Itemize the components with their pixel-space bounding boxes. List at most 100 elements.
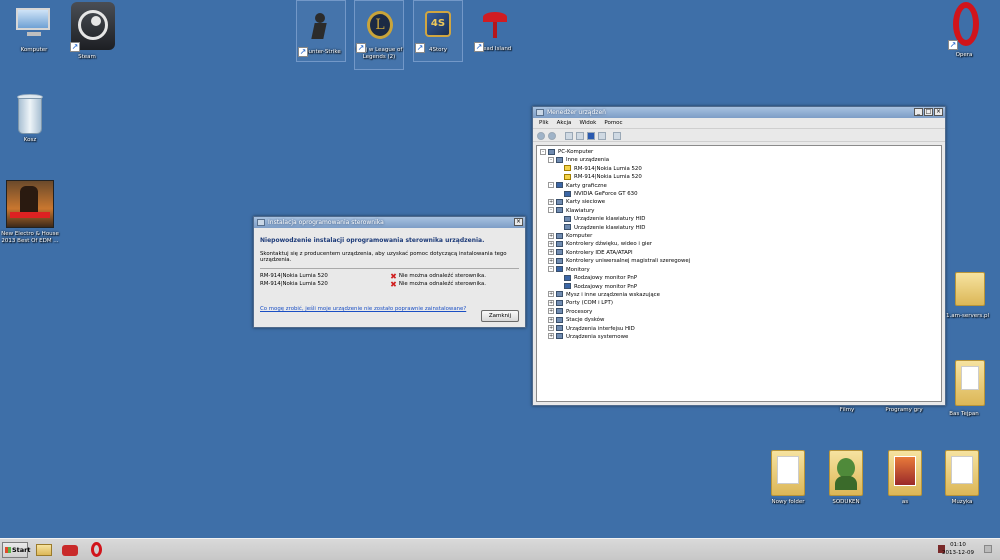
tree-item[interactable]: + Urządzenia interfejsu HID — [540, 325, 941, 333]
menu-pomoc[interactable]: Pomoc — [604, 118, 622, 128]
tree-item[interactable]: Urządzenie klawiatury HID — [540, 224, 941, 232]
tree-item-label: RM-914|Nokia Lumia 520 — [574, 165, 642, 172]
expander-icon[interactable]: + — [548, 249, 554, 256]
back-icon[interactable] — [537, 132, 545, 140]
device-icon — [556, 198, 563, 205]
desktop-icon-dead-island[interactable]: ↗ Dead Island — [470, 0, 520, 62]
desktop-icon-steam[interactable]: ↗ Steam — [57, 2, 117, 61]
tree-item[interactable]: - Klawiatury — [540, 207, 941, 215]
close-dialog-button[interactable]: Zamknij — [481, 310, 519, 322]
menu-plik[interactable]: Plik — [539, 118, 549, 128]
device-manager-titlebar[interactable]: Menedżer urządzeń _ □ × — [533, 107, 945, 118]
forward-icon[interactable] — [548, 132, 556, 140]
tree-item[interactable]: NVIDIA GeForce GT 630 — [540, 190, 941, 198]
help-icon[interactable] — [587, 132, 595, 140]
tree-item[interactable]: Urządzenie klawiatury HID — [540, 215, 941, 223]
tree-item[interactable]: + Komputer — [540, 232, 941, 240]
tree-item[interactable]: - PC-Komputer — [540, 148, 941, 156]
device-manager-icon — [536, 109, 544, 116]
device-icon — [564, 190, 571, 197]
desktop-icon-opera[interactable]: ↗ Opera — [934, 2, 994, 59]
tree-item[interactable]: + Porty (COM i LPT) — [540, 299, 941, 307]
desktop-icon-kosz[interactable]: Kosz — [0, 92, 60, 144]
tree-item-label: Urządzenie klawiatury HID — [574, 216, 646, 223]
desktop-icon-counter-strike[interactable]: ↗ Counter-Strike — [296, 0, 346, 62]
expander-icon[interactable]: - — [540, 148, 546, 155]
expander-icon[interactable]: + — [548, 232, 554, 239]
device-tree[interactable]: - PC-Komputer - Inne urządzenia RM-914|Nokia… — [536, 145, 942, 402]
desktop-icon-soduken[interactable]: SODUKEN — [816, 448, 876, 506]
expander-icon[interactable]: + — [548, 316, 554, 323]
start-button[interactable]: Start — [2, 542, 31, 558]
maximize-button[interactable]: □ — [924, 108, 933, 116]
desktop-icon-komputer[interactable]: Komputer — [4, 2, 64, 54]
tree-item[interactable]: + Karty sieciowe — [540, 198, 941, 206]
expander-icon[interactable]: + — [548, 333, 554, 340]
opera-taskbar-icon[interactable] — [86, 541, 106, 558]
dialog-close-button[interactable]: × — [514, 218, 523, 226]
tree-item[interactable]: + Kontrolery IDE ATA/ATAPI — [540, 249, 941, 257]
view-icon[interactable] — [576, 132, 584, 140]
explorer-taskbar-icon[interactable] — [34, 541, 54, 558]
desktop-icon-4story[interactable]: 4S ↗ 4Story — [413, 0, 463, 62]
warning-device-icon — [564, 165, 571, 172]
tree-item-label: Klawiatury — [566, 207, 595, 214]
dialog-heading: Niepowodzenie instalacji oprogramowania … — [260, 237, 485, 244]
expander-icon[interactable]: + — [548, 257, 554, 264]
scan-hardware-icon[interactable] — [613, 132, 621, 140]
shortcut-arrow-icon: ↗ — [474, 42, 484, 52]
properties-icon[interactable] — [565, 132, 573, 140]
expander-icon[interactable]: + — [548, 325, 554, 332]
desktop-icon-league-of-legends[interactable]: L ↗ Graj w League of Legends (2) — [354, 0, 404, 70]
tree-item[interactable]: + Kontrolery uniwersalnej magistrali szer… — [540, 257, 941, 265]
clock[interactable]: 01:10 2013-12-09 — [940, 541, 976, 557]
driver-row: RM-914|Nokia Lumia 520 ✖ Nie można odnal… — [260, 272, 486, 280]
close-button[interactable]: × — [934, 108, 943, 116]
tree-item-label: Kontrolery uniwersalnej magistrali szere… — [566, 258, 691, 265]
tree-item[interactable]: + Procesory — [540, 308, 941, 316]
tree-item[interactable]: Rodzajowy monitor PnP — [540, 274, 941, 282]
league-of-legends-icon: L ↗ — [356, 11, 394, 53]
menu-akcja[interactable]: Akcja — [557, 118, 572, 128]
tree-item[interactable]: - Karty graficzne — [540, 182, 941, 190]
spacer — [556, 283, 562, 289]
expander-icon[interactable]: + — [548, 198, 554, 205]
tree-item[interactable]: + Mysz i inne urządzenia wskazujące — [540, 291, 941, 299]
expander-icon[interactable]: - — [548, 207, 554, 214]
tree-item[interactable]: Rodzajowy monitor PnP — [540, 283, 941, 291]
expander-icon[interactable]: + — [548, 291, 554, 298]
minimize-button[interactable]: _ — [914, 108, 923, 116]
tree-item[interactable]: RM-914|Nokia Lumia 520 — [540, 173, 941, 181]
desktop-icon-as[interactable]: as — [875, 448, 935, 506]
tree-item[interactable]: + Kontrolery dźwięku, wideo i gier — [540, 240, 941, 248]
menu-widok[interactable]: Widok — [579, 118, 596, 128]
device-manager-window[interactable]: Menedżer urządzeń _ □ × Plik Akcja Widok… — [532, 106, 946, 406]
tree-item[interactable]: - Monitory — [540, 266, 941, 274]
expander-icon[interactable]: - — [548, 156, 554, 163]
show-desktop-button[interactable] — [984, 545, 992, 553]
dialog-titlebar[interactable]: Instalacja oprogramowania sterownika × — [254, 217, 525, 228]
tree-item[interactable]: + Stacje dysków — [540, 316, 941, 324]
error-icon: ✖ — [390, 271, 397, 281]
tree-item-label: Mysz i inne urządzenia wskazujące — [566, 291, 660, 298]
spacer — [556, 173, 562, 180]
device-icon — [564, 274, 571, 281]
tree-item[interactable]: - Inne urządzenia — [540, 156, 941, 164]
list-icon[interactable] — [598, 132, 606, 140]
tree-item[interactable]: RM-914|Nokia Lumia 520 — [540, 165, 941, 173]
shortcut-arrow-icon: ↗ — [298, 47, 308, 57]
device-icon — [556, 207, 563, 214]
spacer — [556, 224, 562, 231]
driver-install-dialog[interactable]: Instalacja oprogramowania sterownika × N… — [253, 216, 526, 328]
desktop-icon-new-electro-house[interactable]: New Electro & House 2013 Best Of EDM ... — [0, 180, 60, 245]
expander-icon[interactable]: - — [548, 182, 554, 189]
tree-item[interactable]: + Urządzenia systemowe — [540, 333, 941, 341]
desktop-icon-nowy-folder[interactable]: Nowy folder — [758, 448, 818, 506]
expander-icon[interactable]: + — [548, 308, 554, 315]
desktop-icon-muzyka[interactable]: Muzyka — [932, 448, 992, 506]
expander-icon[interactable]: + — [548, 299, 554, 306]
expander-icon[interactable]: - — [548, 266, 554, 273]
tree-item-label: Rodzajowy monitor PnP — [574, 275, 638, 282]
expander-icon[interactable]: + — [548, 240, 554, 247]
app-taskbar-icon[interactable] — [60, 541, 80, 558]
